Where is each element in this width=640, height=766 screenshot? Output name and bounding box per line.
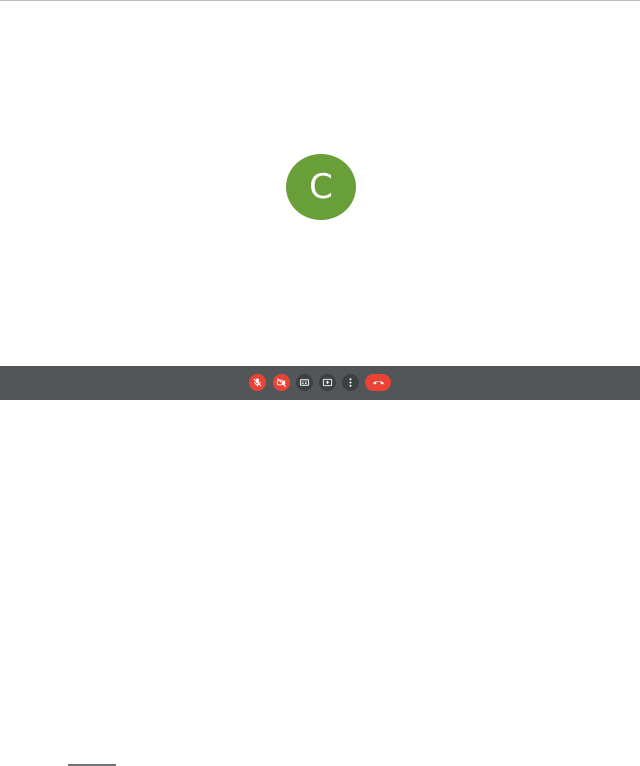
closed-caption-icon: [299, 379, 310, 386]
camera-toggle-button[interactable]: [273, 374, 290, 391]
videocam-off-icon: [276, 378, 286, 387]
present-screen-button[interactable]: [319, 374, 336, 391]
meeting-stage: C: [0, 1, 640, 366]
mic-toggle-button[interactable]: [249, 374, 266, 391]
participant-avatar: C: [286, 154, 356, 220]
hang-up-button[interactable]: [365, 374, 391, 391]
more-options-button[interactable]: [342, 374, 359, 391]
call-end-icon: [372, 381, 384, 385]
present-screen-icon: [322, 378, 333, 387]
captions-button[interactable]: [296, 374, 313, 391]
call-control-bar: [0, 366, 640, 766]
mic-off-icon: [253, 378, 262, 387]
avatar-initial: C: [309, 167, 333, 207]
more-vert-icon: [349, 378, 352, 387]
